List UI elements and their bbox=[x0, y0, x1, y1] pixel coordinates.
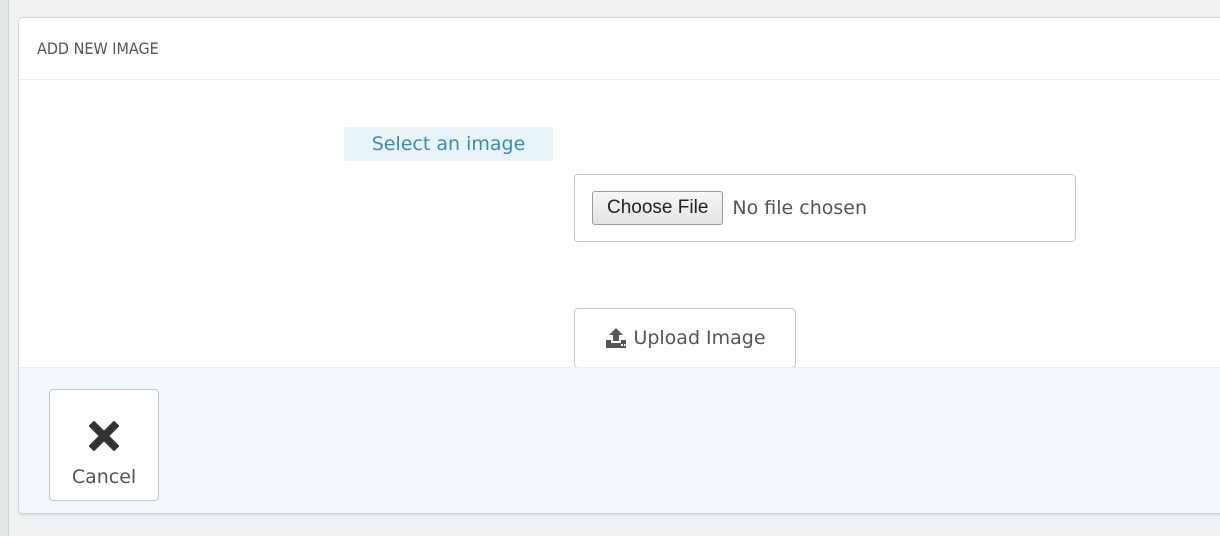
page-left-edge bbox=[0, 0, 9, 536]
cancel-button[interactable]: Cancel bbox=[49, 389, 159, 501]
add-image-panel: ADD NEW IMAGE Select an image Choose Fil… bbox=[18, 17, 1220, 514]
file-input[interactable]: Choose File No file chosen bbox=[574, 174, 1076, 242]
panel-footer: Cancel bbox=[19, 367, 1220, 513]
upload-image-label: Upload Image bbox=[633, 327, 766, 349]
choose-file-button[interactable]: Choose File bbox=[592, 191, 724, 225]
file-status-text: No file chosen bbox=[732, 197, 867, 219]
panel-body: Select an image Choose File No file chos… bbox=[19, 80, 1220, 368]
cancel-label: Cancel bbox=[71, 466, 137, 488]
select-image-label: Select an image bbox=[344, 127, 553, 161]
panel-heading: ADD NEW IMAGE bbox=[19, 18, 1220, 80]
panel-title: ADD NEW IMAGE bbox=[37, 39, 159, 58]
close-icon bbox=[89, 421, 119, 451]
upload-icon bbox=[606, 328, 627, 348]
upload-image-button[interactable]: Upload Image bbox=[574, 308, 796, 368]
